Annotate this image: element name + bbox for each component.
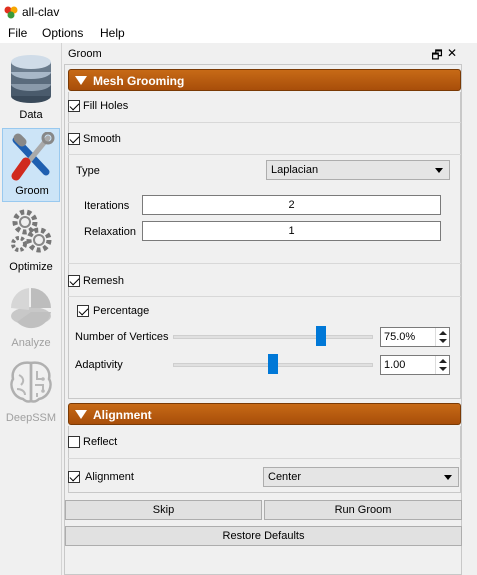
database-icon (11, 55, 51, 103)
adaptivity-label: Adaptivity (75, 359, 123, 371)
dock-title-bar: Groom 🗗 ✕ (64, 45, 461, 63)
close-icon[interactable]: ✕ (446, 46, 458, 60)
tool-analyze-label: Analyze (11, 337, 51, 349)
adaptivity-spinbox[interactable]: 1.00 (380, 355, 450, 375)
smooth-checkbox[interactable] (68, 133, 80, 145)
title-bar: all-clav (0, 0, 477, 23)
module-toolbar: Data Groom Optimize Analyze DeepSSM (0, 43, 62, 575)
tool-optimize-label: Optimize (9, 261, 53, 273)
window-title: all-clav (22, 5, 60, 19)
spin-down-icon[interactable] (439, 367, 447, 371)
skip-button[interactable]: Skip (65, 500, 262, 520)
adaptivity-slider-handle[interactable] (268, 354, 278, 374)
spin-arrows[interactable] (435, 328, 449, 346)
reflect-checkbox[interactable] (68, 436, 80, 448)
num-vertices-value: 75.0% (384, 331, 416, 343)
collapse-triangle-icon (75, 76, 87, 85)
menu-file[interactable]: File (8, 26, 27, 40)
dock-title: Groom (68, 48, 102, 60)
fill-holes-checkbox[interactable] (68, 100, 80, 112)
alignment-label: Alignment (85, 471, 134, 483)
gears-icon (11, 209, 52, 253)
remesh-label: Remesh (83, 275, 124, 287)
relaxation-input[interactable]: 1 (142, 221, 441, 241)
type-select-value: Laplacian (271, 164, 319, 176)
iterations-input[interactable]: 2 (142, 195, 441, 215)
restore-defaults-button[interactable]: Restore Defaults (65, 526, 462, 546)
separator (68, 122, 461, 123)
percentage-label: Percentage (93, 305, 150, 317)
alignment-title: Alignment (93, 408, 152, 422)
chevron-down-icon[interactable] (444, 475, 452, 480)
tool-deepssm[interactable]: DeepSSM (2, 354, 60, 428)
alignment-select[interactable]: Center (263, 467, 459, 487)
num-vertices-spinbox[interactable]: 75.0% (380, 327, 450, 347)
fill-holes-label: Fill Holes (83, 100, 129, 112)
tool-analyze[interactable]: Analyze (2, 279, 60, 353)
separator (68, 458, 461, 459)
run-groom-button[interactable]: Run Groom (264, 500, 462, 520)
reflect-label: Reflect (83, 436, 118, 448)
alignment-checkbox[interactable] (68, 471, 80, 483)
num-vertices-label: Number of Vertices (75, 331, 169, 343)
tools-icon (11, 132, 55, 181)
app-logo-icon (4, 6, 18, 19)
spin-up-icon[interactable] (439, 331, 447, 335)
adaptivity-value: 1.00 (384, 359, 406, 371)
spin-up-icon[interactable] (439, 359, 447, 363)
mesh-grooming-header[interactable]: Mesh Grooming (68, 69, 461, 91)
mesh-grooming-title: Mesh Grooming (93, 74, 185, 88)
separator (68, 296, 461, 297)
groom-panel: Mesh Grooming Fill Holes Smooth Type Lap… (64, 64, 462, 575)
menu-bar: File Options Help (0, 23, 477, 43)
type-select[interactable]: Laplacian (266, 160, 450, 180)
alignment-header[interactable]: Alignment (68, 403, 461, 425)
collapse-triangle-icon (75, 410, 87, 419)
num-vertices-slider-handle[interactable] (315, 326, 326, 346)
alignment-select-value: Center (268, 471, 302, 483)
tool-groom[interactable]: Groom (2, 128, 60, 202)
tool-data-label: Data (19, 109, 43, 121)
percentage-checkbox[interactable] (77, 305, 89, 317)
tool-groom-label: Groom (15, 185, 49, 197)
separator (68, 154, 461, 155)
pie-chart-icon (10, 288, 51, 329)
smooth-label: Smooth (83, 133, 121, 145)
tool-deepssm-label: DeepSSM (5, 412, 57, 424)
menu-help[interactable]: Help (100, 26, 125, 40)
tool-optimize[interactable]: Optimize (2, 203, 60, 277)
chevron-down-icon (435, 168, 443, 173)
brain-icon (10, 361, 52, 403)
relaxation-label: Relaxation (84, 226, 136, 238)
spin-arrows[interactable] (435, 356, 449, 374)
mesh-grooming-box (68, 92, 461, 399)
separator (68, 263, 461, 264)
spin-down-icon[interactable] (439, 339, 447, 343)
num-vertices-slider[interactable] (173, 335, 373, 339)
float-icon[interactable]: 🗗 (431, 46, 443, 62)
iterations-label: Iterations (84, 200, 130, 212)
remesh-checkbox[interactable] (68, 275, 80, 287)
menu-options[interactable]: Options (42, 26, 83, 40)
tool-data[interactable]: Data (2, 51, 60, 125)
type-label: Type (76, 165, 100, 177)
